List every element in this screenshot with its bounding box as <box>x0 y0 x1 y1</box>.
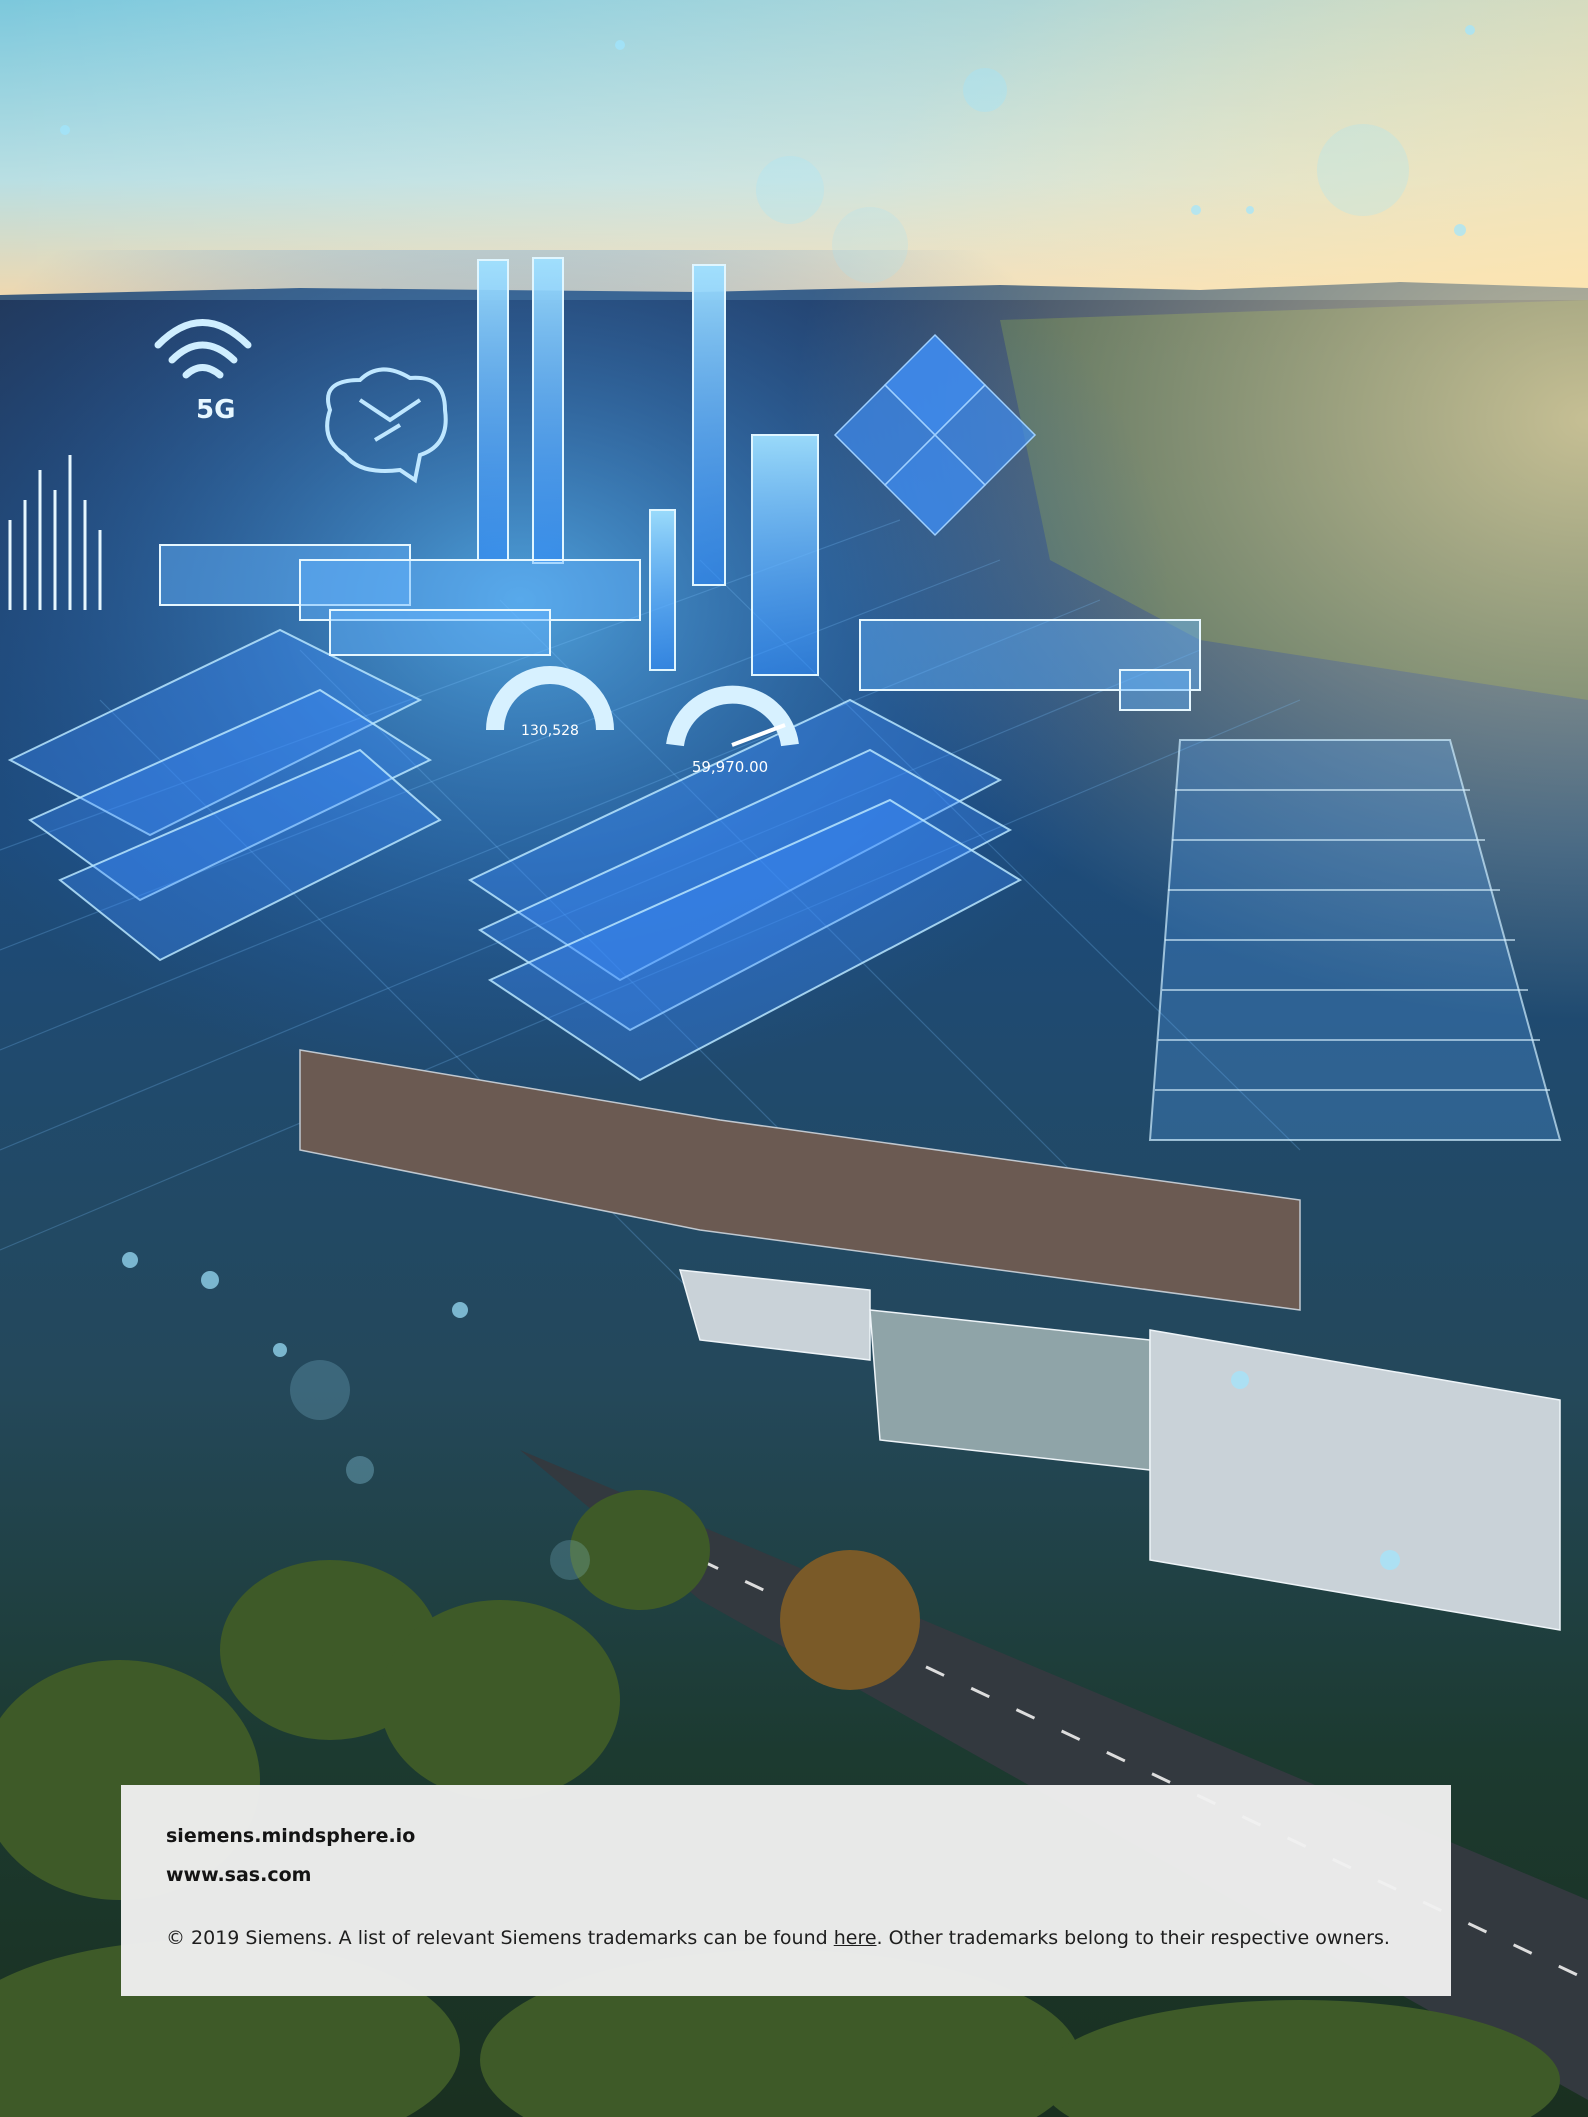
sas-link[interactable]: www.sas.com <box>166 1862 1406 1888</box>
mindsphere-link[interactable]: siemens.mindsphere.io <box>166 1823 1406 1849</box>
contact-panel: siemens.mindsphere.io www.sas.com © 2019… <box>121 1785 1451 1996</box>
trademarks-here-link[interactable]: here <box>834 1927 877 1949</box>
gauge-2-value: 59,970.00 <box>692 758 768 776</box>
gauge-1-value: 130,528 <box>521 723 579 739</box>
network-label: 5G <box>196 395 235 425</box>
copyright-prefix: © 2019 Siemens. A list of relevant Sieme… <box>166 1927 834 1949</box>
copyright-suffix: . Other trademarks belong to their respe… <box>876 1927 1390 1949</box>
copyright-notice: © 2019 Siemens. A list of relevant Sieme… <box>166 1925 1406 1951</box>
